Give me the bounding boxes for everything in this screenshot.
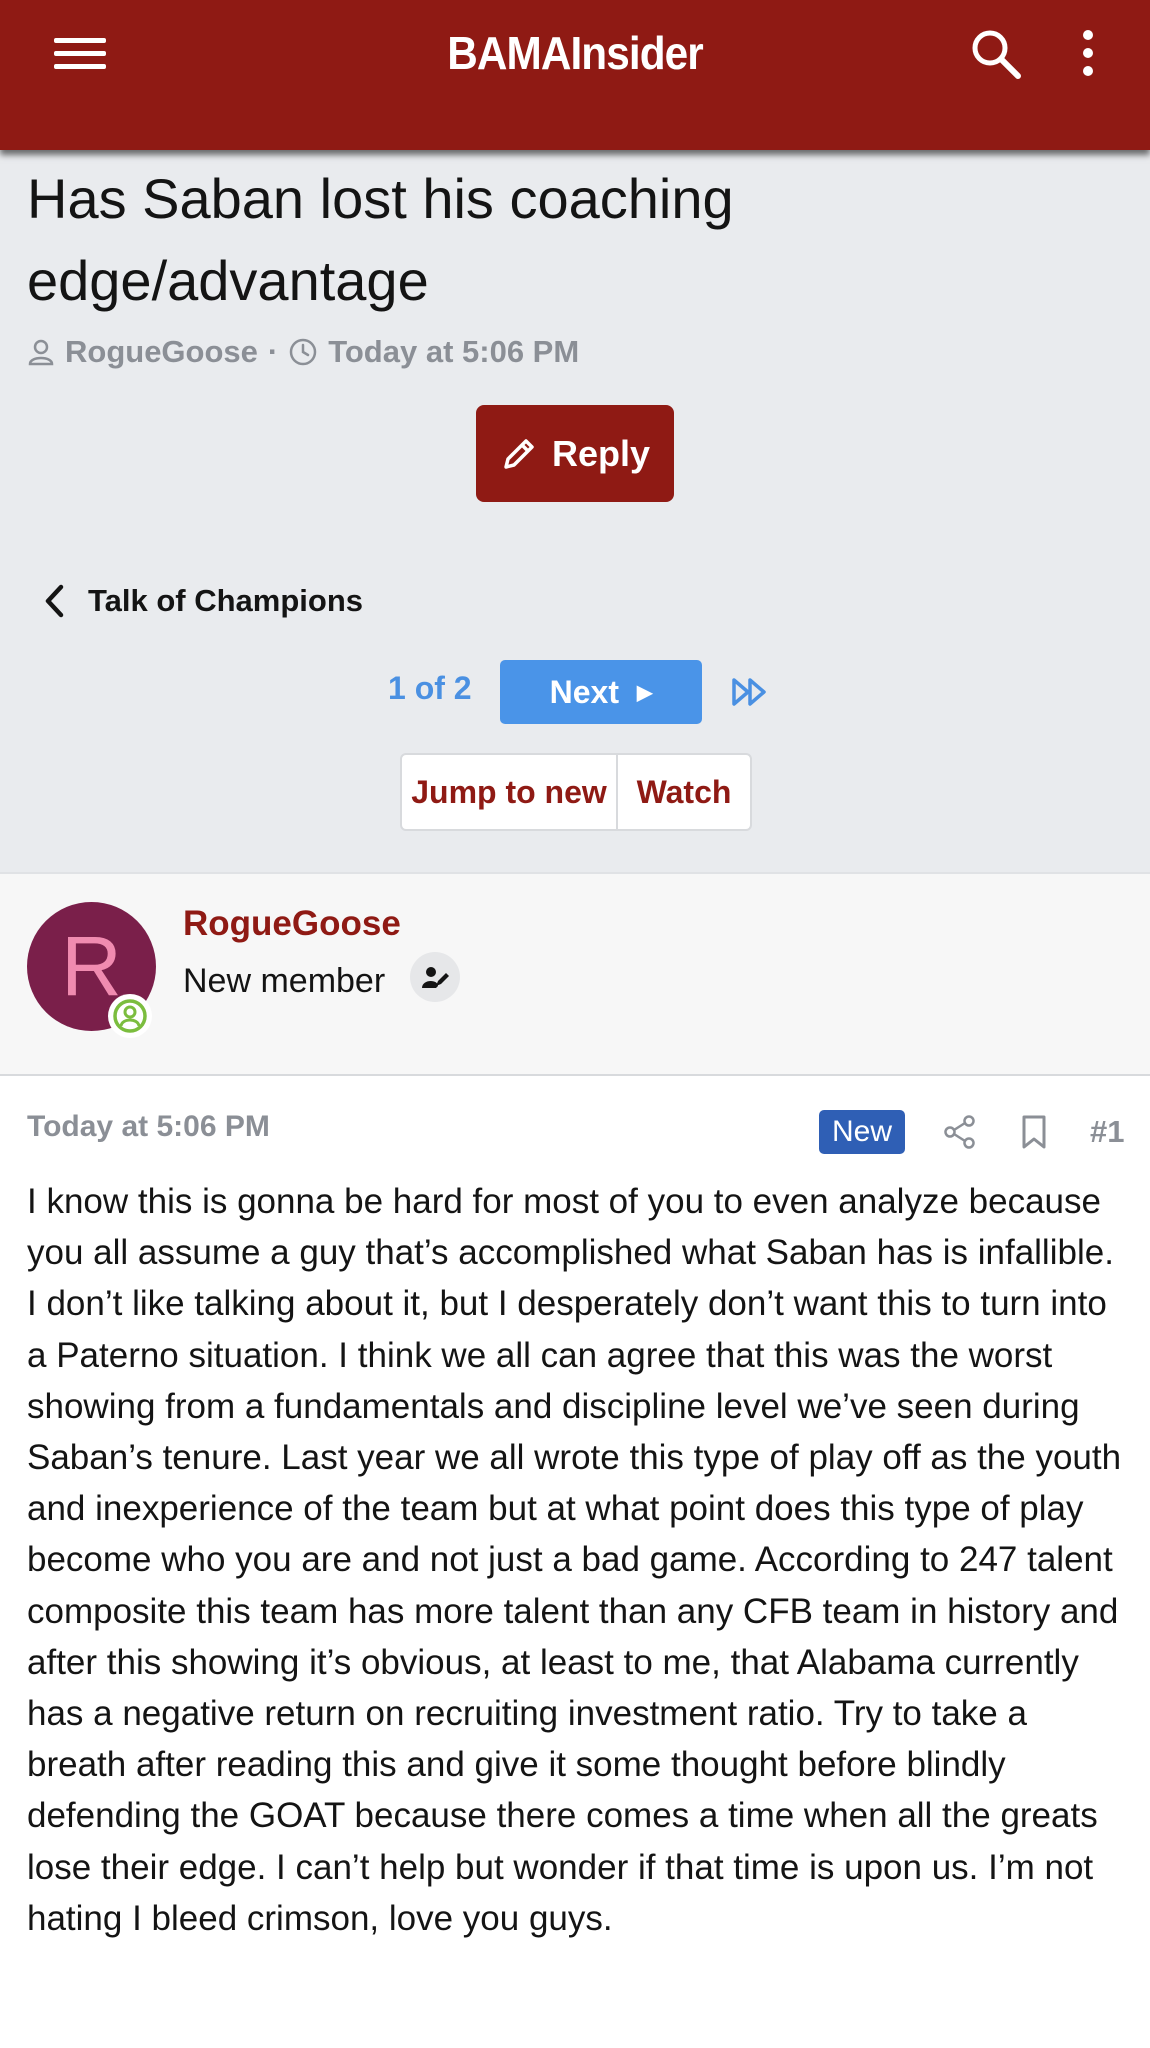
search-icon[interactable] [968, 26, 1024, 82]
thread-time[interactable]: Today at 5:06 PM [328, 334, 579, 370]
page-count[interactable]: 1 of 2 [388, 670, 472, 707]
reply-label: Reply [551, 432, 651, 474]
new-badge: New [819, 1110, 905, 1154]
user-edit-icon[interactable] [410, 952, 460, 1002]
watch-button[interactable]: Watch [618, 755, 750, 829]
share-icon[interactable] [942, 1114, 978, 1150]
pencil-icon [504, 438, 534, 469]
bookmark-icon[interactable] [1018, 1114, 1050, 1150]
post-username[interactable]: RogueGoose [183, 904, 401, 944]
user-title: New member [183, 962, 386, 1000]
more-vertical-icon[interactable] [1072, 28, 1104, 78]
post-user-panel: R RogueGoose New member [0, 872, 1150, 1076]
post-number[interactable]: #1 [1090, 1114, 1124, 1150]
clock-icon [289, 338, 317, 366]
post-body: I know this is gonna be hard for most of… [27, 1182, 1122, 1938]
next-label: Next [549, 673, 619, 710]
online-status-icon [108, 994, 152, 1038]
site-logo[interactable]: BAMAInsider [46, 26, 1104, 80]
reply-button[interactable]: Reply [476, 405, 674, 502]
user-icon [28, 339, 54, 366]
breadcrumb-label: Talk of Champions [88, 583, 364, 618]
next-page-button[interactable]: Next ▶ [500, 660, 702, 724]
last-page-icon[interactable] [730, 674, 770, 710]
chevron-left-icon [45, 584, 64, 618]
meta-separator: · [267, 334, 279, 369]
breadcrumb-back-link[interactable]: Talk of Champions [42, 578, 363, 624]
thread-title: Has Saban lost his coaching edge/advanta… [27, 167, 734, 312]
jump-to-new-button[interactable]: Jump to new [402, 755, 618, 829]
post-date[interactable]: Today at 5:06 PM [27, 1110, 270, 1144]
top-bar: BAMAInsider [0, 0, 1150, 150]
thread-meta: RogueGoose · Today at 5:06 PM [27, 332, 579, 372]
post: Today at 5:06 PM New #1 I know this is g… [0, 1076, 1150, 2048]
thread-author[interactable]: RogueGoose [65, 334, 258, 370]
thread-actions: Jump to new Watch [400, 753, 752, 831]
caret-right-icon: ▶ [636, 681, 653, 704]
